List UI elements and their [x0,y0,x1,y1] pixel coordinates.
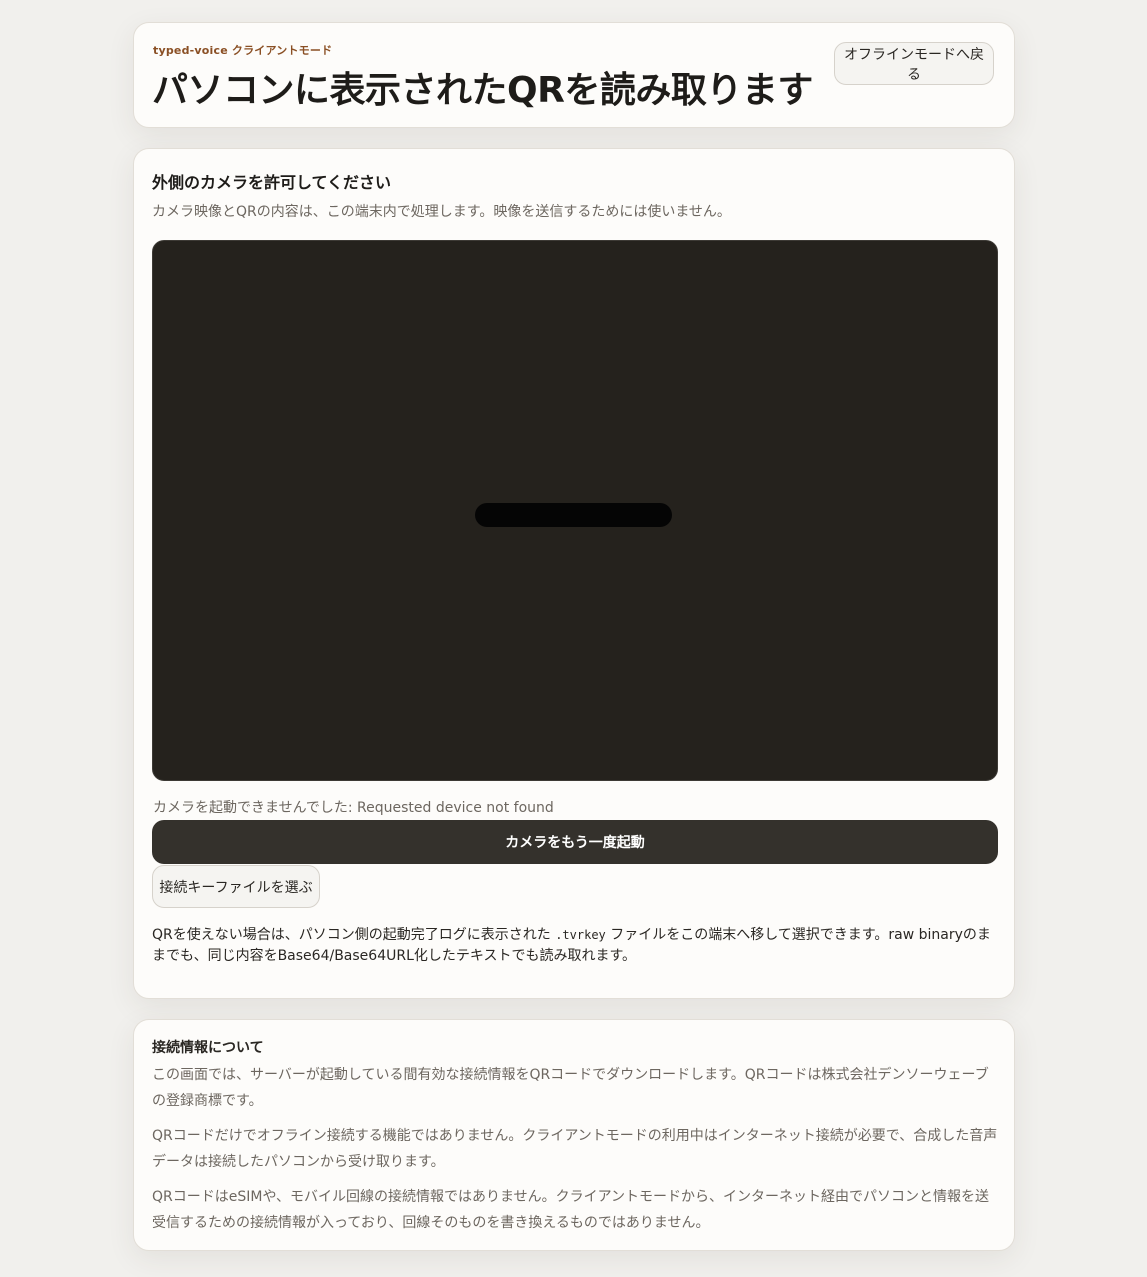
info-title: 接続情報について [152,1040,264,1056]
camera-permission-title: 外側のカメラを許可してください [152,173,392,192]
page-title: パソコンに表示されたQRを読み取ります [152,70,813,111]
info-card: 接続情報について この画面では、サーバーが起動している間有効な接続情報をQRコー… [133,1019,1015,1251]
camera-viewport [152,240,998,781]
info-paragraph: QRコードはeSIMや、モバイル回線の接続情報ではありません。クライアントモード… [152,1189,990,1231]
key-file-extension: .tvrkey [555,928,606,942]
info-paragraph: この画面では、サーバーが起動している間有効な接続情報をQRコードでダウンロードし… [152,1067,989,1109]
info-paragraph: QRコードだけでオフライン接続する機能ではありません。クライアントモードの利用中… [152,1128,998,1170]
retry-camera-button[interactable]: カメラをもう一度起動 [152,820,998,864]
back-to-offline-button[interactable]: オフラインモードへ戻る [834,42,994,85]
header-card: typed-voice クライアントモード パソコンに表示されたQRを読み取りま… [133,22,1015,128]
choose-key-file-button[interactable]: 接続キーファイルを選ぶ [152,865,320,908]
camera-placeholder-bar [475,503,672,527]
camera-privacy-note: カメラ映像とQRの内容は、この端末内で処理します。映像を送信するためには使いませ… [152,204,731,220]
help-text-before: QRを使えない場合は、パソコン側の起動完了ログに表示された [152,927,556,943]
camera-card: 外側のカメラを許可してください カメラ映像とQRの内容は、この端末内で処理します… [133,148,1015,999]
fallback-help-text: QRを使えない場合は、パソコン側の起動完了ログに表示された .tvrkey ファ… [152,925,998,967]
mode-eyebrow: typed-voice クライアントモード [153,44,333,57]
camera-error-message: カメラを起動できませんでした: Requested device not fou… [153,800,554,816]
